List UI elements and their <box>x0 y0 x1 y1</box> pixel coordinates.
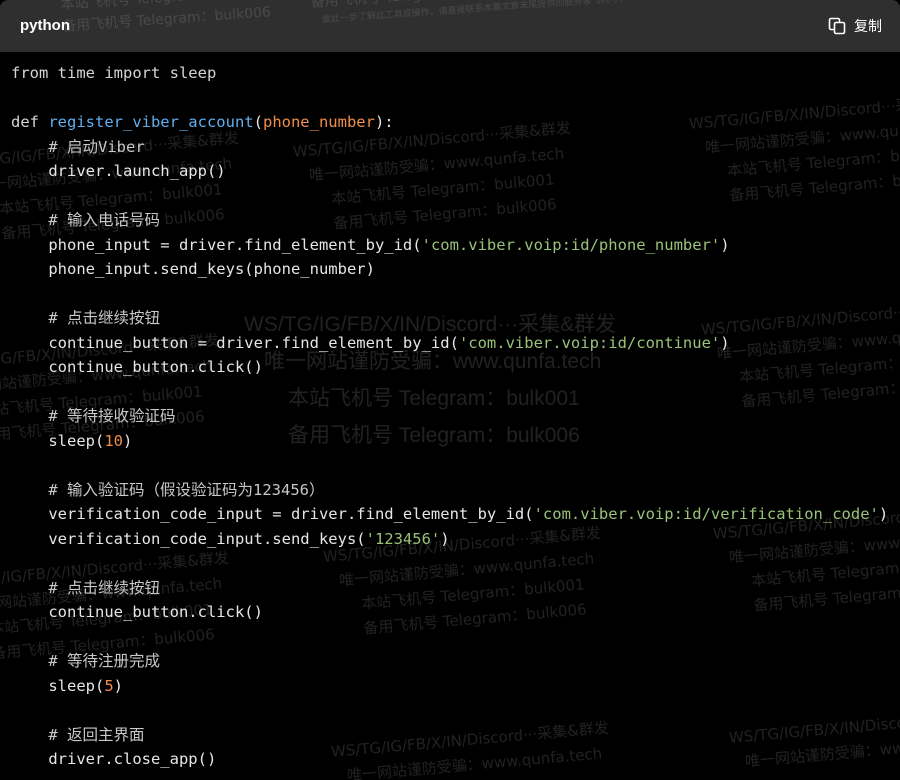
watermark-line: 本站飞机号 Telegram：bulk001 <box>60 0 270 16</box>
code-line: # 输入电话号码 <box>11 211 160 229</box>
code-content[interactable]: from time import sleep def register_vibe… <box>11 61 888 772</box>
code-line: # 启动Viber <box>11 137 145 156</box>
code-line: # 等待接收验证码 <box>11 407 176 425</box>
code-line: sleep(10) <box>11 431 133 450</box>
watermark-header-right: 备用飞机号 Telegram：bulk006 彼此一步了解此工具成操作，请直接联… <box>310 0 628 28</box>
code-line: phone_input.send_keys(phone_number) <box>11 260 375 278</box>
code-line: # 点击继续按钮 <box>11 578 160 597</box>
code-line: def register_viber_account(phone_number)… <box>11 113 394 131</box>
code-line: from time import sleep <box>11 64 217 82</box>
code-line: driver.close_app() <box>11 750 217 768</box>
language-label: python <box>20 17 70 34</box>
code-line: verification_code_input = driver.find_el… <box>11 505 889 523</box>
copy-icon <box>828 17 846 35</box>
code-line: # 点击继续按钮 <box>11 309 160 327</box>
watermark-header: 本站飞机号 Telegram：bulk001 备用飞机号 Telegram：bu… <box>60 0 272 38</box>
code-line: continue_button.click() <box>11 358 263 376</box>
code-line: # 输入验证码（假设验证码为123456） <box>11 480 325 499</box>
code-block: WS/TG/IG/FB/X/IN/Discord···采集&群发 唯一网站谨防受… <box>0 0 900 780</box>
code-header: python 本站飞机号 Telegram：bulk001 备用飞机号 Tele… <box>0 0 900 52</box>
copy-label: 复制 <box>854 19 882 35</box>
watermark-line: 备用飞机号 Telegram：bulk006 <box>61 4 272 35</box>
code-line: driver.launch_app() <box>11 162 226 180</box>
code-line: # 返回主界面 <box>11 725 145 744</box>
code-line: continue_button.click() <box>11 603 263 621</box>
watermark-line: 备用飞机号 Telegram：bulk006 <box>310 0 627 14</box>
watermark-line: 彼此一步了解此工具成操作，请直接联系本篇文章末尾提供的服务客飞机号！ <box>321 0 628 26</box>
code-line: phone_input = driver.find_element_by_id(… <box>11 235 730 254</box>
copy-button[interactable]: 复制 <box>828 14 882 38</box>
code-line: verification_code_input.send_keys('12345… <box>11 529 450 548</box>
code-line: # 等待注册完成 <box>11 652 160 670</box>
code-line: continue_button = driver.find_element_by… <box>11 333 730 352</box>
code-line: sleep(5) <box>11 676 124 695</box>
